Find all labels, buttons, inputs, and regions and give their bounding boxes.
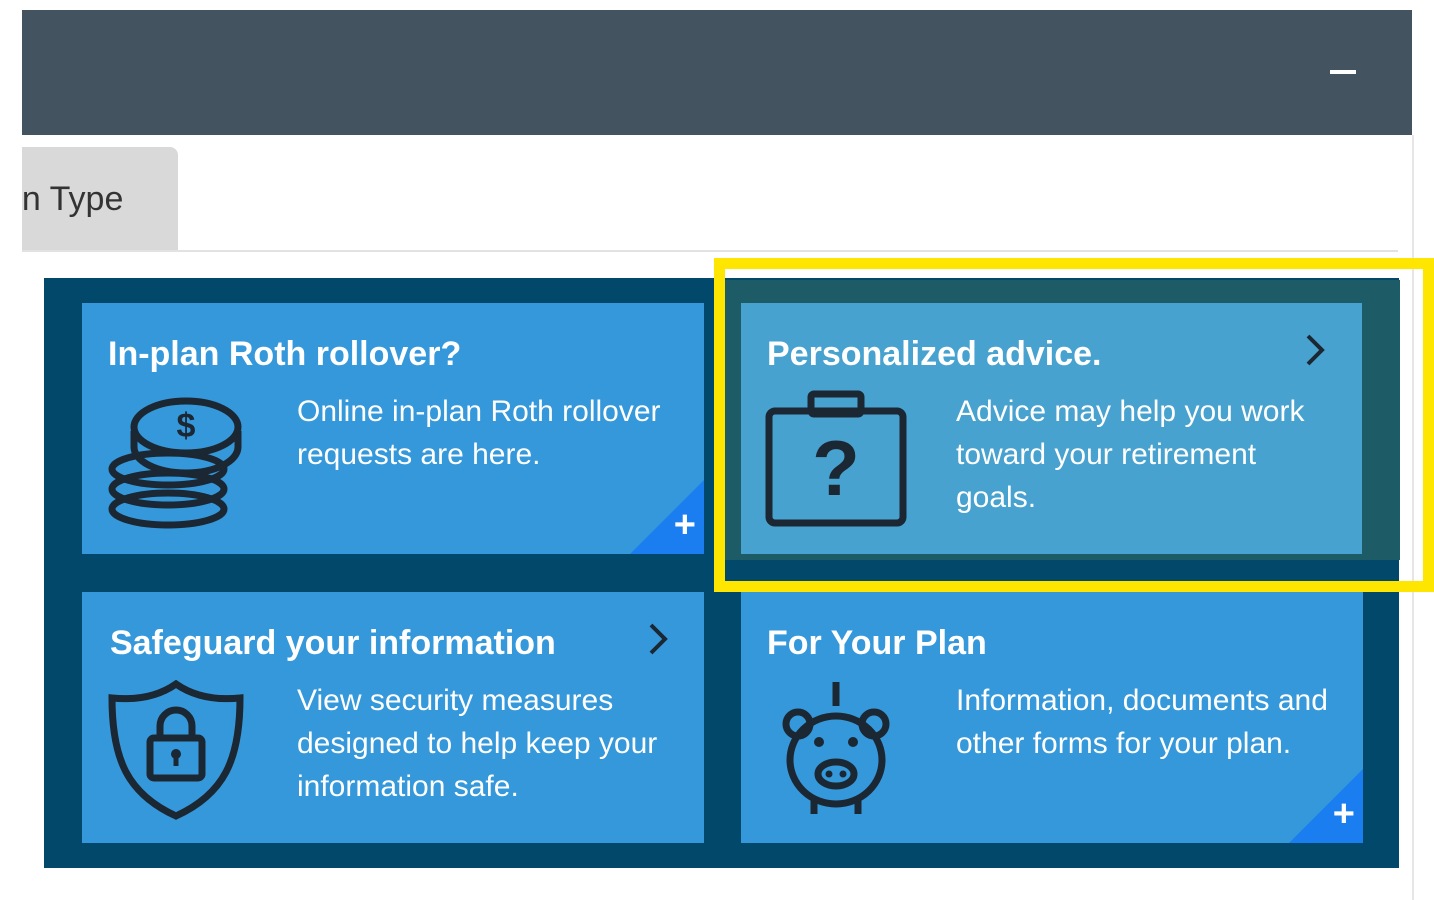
card-text: Advice may help you work toward your ret… [956, 395, 1305, 514]
tab-divider [22, 250, 1398, 252]
card-text: View security measures designed to help … [297, 684, 658, 803]
svg-text:?: ? [812, 424, 860, 512]
minus-icon [1330, 70, 1356, 74]
card-text: Information, documents and other forms f… [956, 684, 1328, 760]
card-title: For Your Plan [767, 624, 987, 662]
card-personalized-advice[interactable]: Personalized advice. ? Advice may help y… [741, 303, 1362, 554]
card-text: Online in-plan Roth rollover requests ar… [297, 395, 661, 471]
card-title: Safeguard your information [110, 624, 556, 662]
plus-icon[interactable]: + [1333, 795, 1355, 833]
chevron-right-icon[interactable] [646, 622, 670, 656]
chevron-right-icon[interactable] [1303, 333, 1327, 367]
svg-text:$: $ [177, 407, 196, 445]
card-title: Personalized advice. [767, 335, 1102, 373]
tab-transaction-type[interactable]: on Type [22, 147, 178, 251]
piggy-bank-icon [782, 682, 890, 814]
panel-border [1412, 135, 1414, 900]
card-safeguard-information[interactable]: Safeguard your information View security… [82, 592, 704, 843]
collapse-button[interactable] [1330, 65, 1356, 79]
card-roth-rollover[interactable]: In-plan Roth rollover? $ Online in-plan … [82, 303, 704, 554]
card-title: In-plan Roth rollover? [108, 335, 462, 373]
tab-label: on Type [22, 180, 124, 218]
shield-lock-icon [108, 680, 244, 820]
panel-header [22, 10, 1412, 135]
briefcase-question-icon: ? [765, 390, 907, 527]
card-for-your-plan[interactable]: For Your Plan Information, documents and… [741, 592, 1363, 843]
plus-icon[interactable]: + [674, 506, 696, 544]
coins-stack-icon: $ [108, 397, 242, 529]
